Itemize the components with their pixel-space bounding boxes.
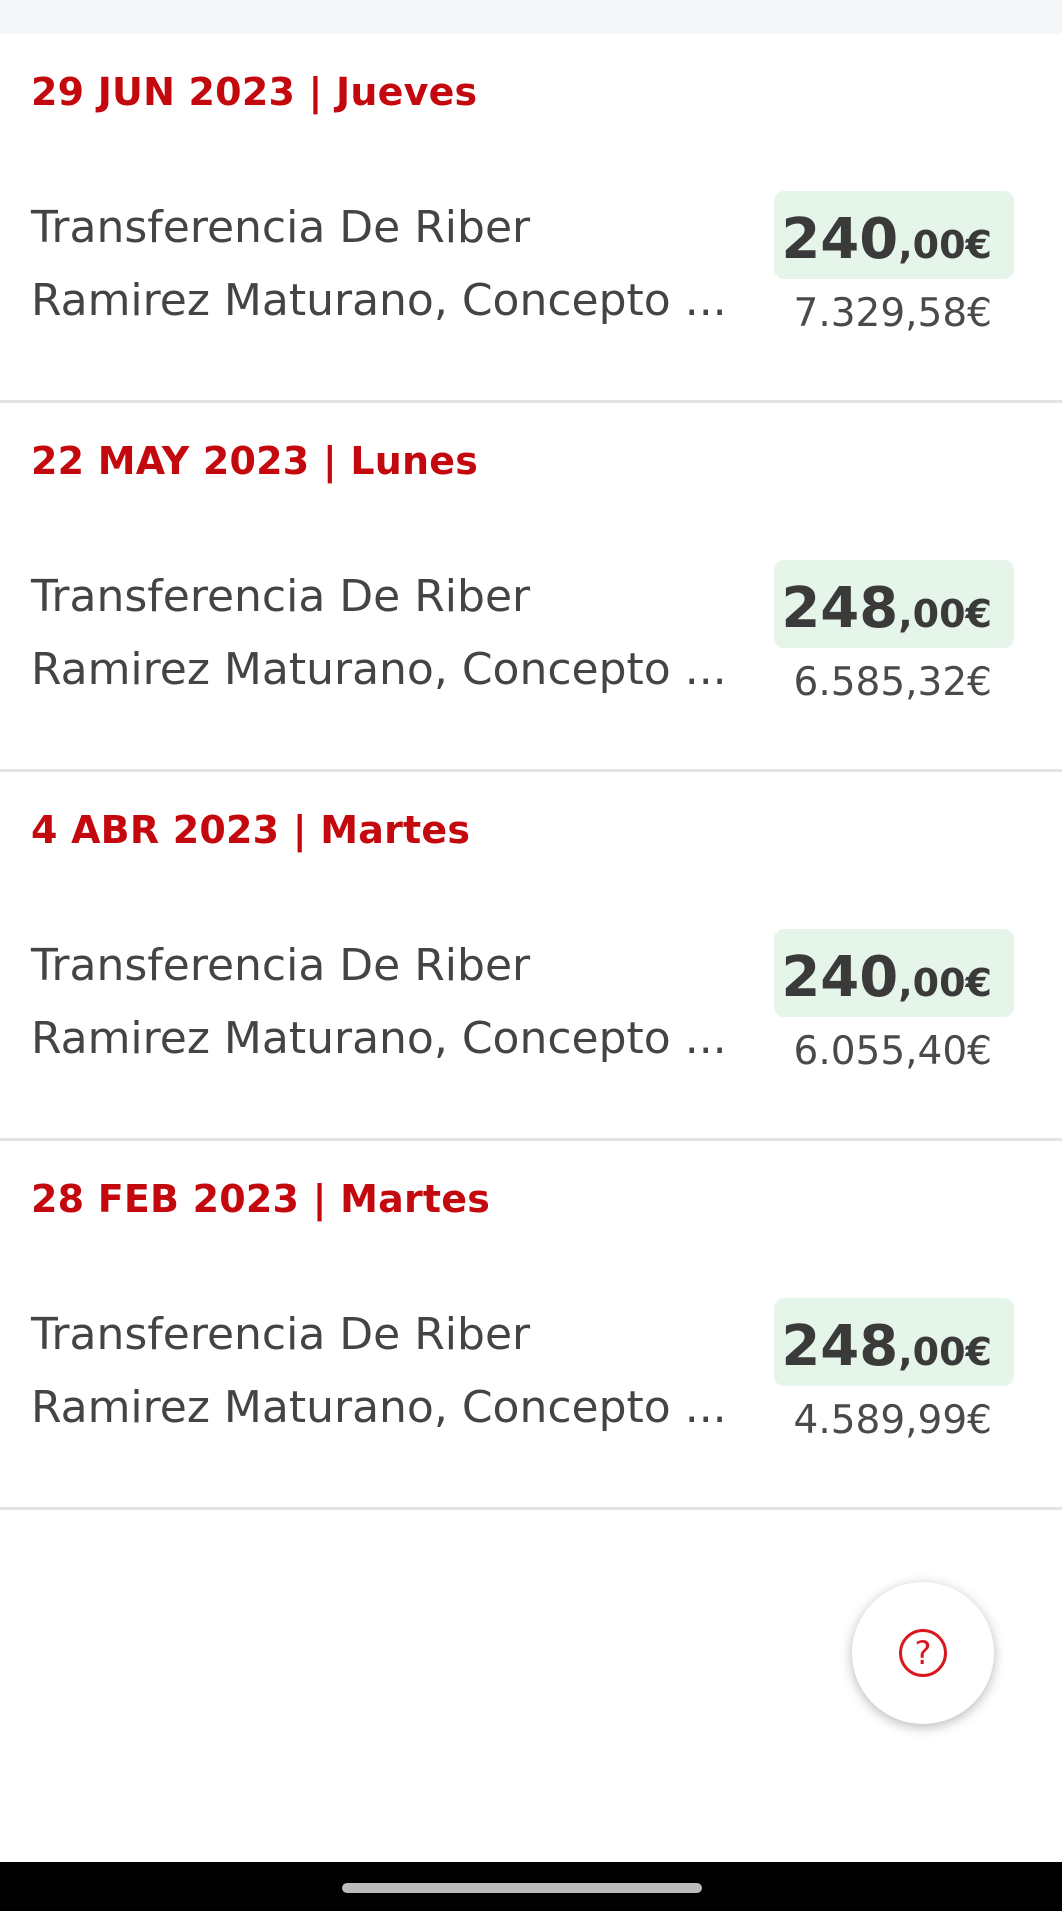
transaction-description-line1: Transferencia De Riber — [31, 202, 531, 253]
transaction-amount: 248,00€ — [781, 576, 992, 641]
transaction-description: Transferencia De Riber Ramirez Maturano,… — [31, 1298, 731, 1444]
transaction-date-header: 22 MAY 2023 | Lunes — [31, 439, 479, 483]
transaction-amount: 240,00€ — [781, 207, 992, 272]
transaction-description: Transferencia De Riber Ramirez Maturano,… — [31, 191, 731, 337]
transaction-description-line1: Transferencia De Riber — [31, 940, 531, 991]
transaction-description: Transferencia De Riber Ramirez Maturano,… — [31, 560, 731, 706]
transaction-group: 4 ABR 2023 | Martes Transferencia De Rib… — [0, 772, 1062, 1141]
amount-decimal: ,00€ — [898, 223, 992, 267]
amount-badge: 240,00€ — [774, 929, 1014, 1017]
balance-after: 4.589,99€ — [793, 1398, 993, 1443]
help-button[interactable]: ? — [852, 1582, 994, 1724]
balance-after: 6.055,40€ — [793, 1029, 993, 1074]
transaction-group: 29 JUN 2023 | Jueves Transferencia De Ri… — [0, 34, 1062, 403]
amount-badge: 248,00€ — [774, 560, 1014, 648]
transaction-list: 29 JUN 2023 | Jueves Transferencia De Ri… — [0, 34, 1062, 1510]
amount-integer: 248 — [781, 1314, 899, 1379]
transaction-date-header: 28 FEB 2023 | Martes — [31, 1177, 491, 1221]
transaction-date-header: 4 ABR 2023 | Martes — [31, 808, 471, 852]
transaction-description-line1: Transferencia De Riber — [31, 571, 531, 622]
transaction-description-line2: Ramirez Maturano, Concepto ... — [31, 1382, 727, 1433]
amount-badge: 240,00€ — [774, 191, 1014, 279]
top-strip — [0, 0, 1062, 34]
amount-integer: 248 — [781, 576, 899, 641]
transaction-row[interactable]: Transferencia De Riber Ramirez Maturano,… — [0, 1298, 1062, 1458]
amount-decimal: ,00€ — [898, 592, 992, 636]
transaction-description-line1: Transferencia De Riber — [31, 1309, 531, 1360]
question-circle-icon: ? — [899, 1629, 947, 1677]
transaction-row[interactable]: Transferencia De Riber Ramirez Maturano,… — [0, 191, 1062, 351]
amount-decimal: ,00€ — [898, 1330, 992, 1374]
transaction-amount: 248,00€ — [781, 1314, 992, 1379]
transaction-row[interactable]: Transferencia De Riber Ramirez Maturano,… — [0, 560, 1062, 720]
transaction-description-line2: Ramirez Maturano, Concepto ... — [31, 1013, 727, 1064]
balance-after: 6.585,32€ — [793, 660, 993, 705]
home-gesture-handle[interactable] — [342, 1883, 702, 1893]
balance-after: 7.329,58€ — [793, 291, 993, 336]
transaction-date-header: 29 JUN 2023 | Jueves — [31, 70, 478, 114]
transaction-group: 22 MAY 2023 | Lunes Transferencia De Rib… — [0, 403, 1062, 772]
transaction-description: Transferencia De Riber Ramirez Maturano,… — [31, 929, 731, 1075]
transaction-group: 28 FEB 2023 | Martes Transferencia De Ri… — [0, 1141, 1062, 1510]
amount-decimal: ,00€ — [898, 961, 992, 1005]
amount-badge: 248,00€ — [774, 1298, 1014, 1386]
amount-integer: 240 — [781, 945, 899, 1010]
amount-integer: 240 — [781, 207, 899, 272]
transaction-row[interactable]: Transferencia De Riber Ramirez Maturano,… — [0, 929, 1062, 1089]
transaction-amount: 240,00€ — [781, 945, 992, 1010]
transaction-description-line2: Ramirez Maturano, Concepto ... — [31, 644, 727, 695]
transaction-description-line2: Ramirez Maturano, Concepto ... — [31, 275, 727, 326]
